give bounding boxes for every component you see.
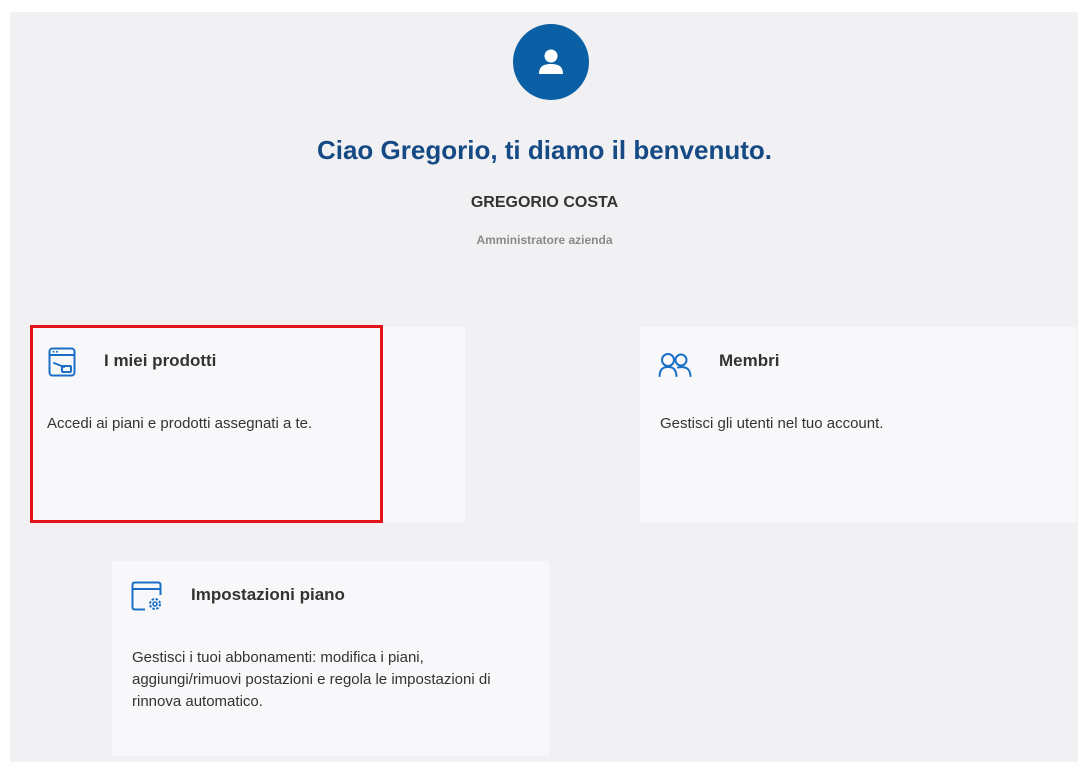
card-description: Gestisci i tuoi abbonamenti: modifica i … (132, 649, 491, 710)
user-role: Amministratore azienda (476, 233, 613, 247)
card-title: Membri (719, 351, 780, 370)
card-plan-settings[interactable]: Impostazioni piano Gestisci i tuoi abbon… (112, 561, 549, 756)
card-title: Impostazioni piano (191, 585, 345, 604)
card-description: Accedi ai piani e prodotti assegnati a t… (47, 415, 313, 432)
avatar (513, 24, 589, 100)
plan-settings-icon (131, 581, 162, 611)
user-icon (539, 49, 563, 74)
members-icon (658, 353, 692, 377)
card-members[interactable]: Membri Gestisci gli utenti nel tuo accou… (640, 327, 1077, 522)
products-window-icon (48, 347, 76, 377)
user-name: GREGORIO COSTA (470, 194, 619, 211)
card-title: I miei prodotti (104, 351, 217, 370)
card-description: Gestisci gli utenti nel tuo account. (660, 415, 884, 432)
card-my-products[interactable]: I miei prodotti Accedi ai piani e prodot… (30, 327, 465, 522)
welcome-title: Ciao Gregorio, ti diamo il benvenuto. (316, 135, 773, 165)
